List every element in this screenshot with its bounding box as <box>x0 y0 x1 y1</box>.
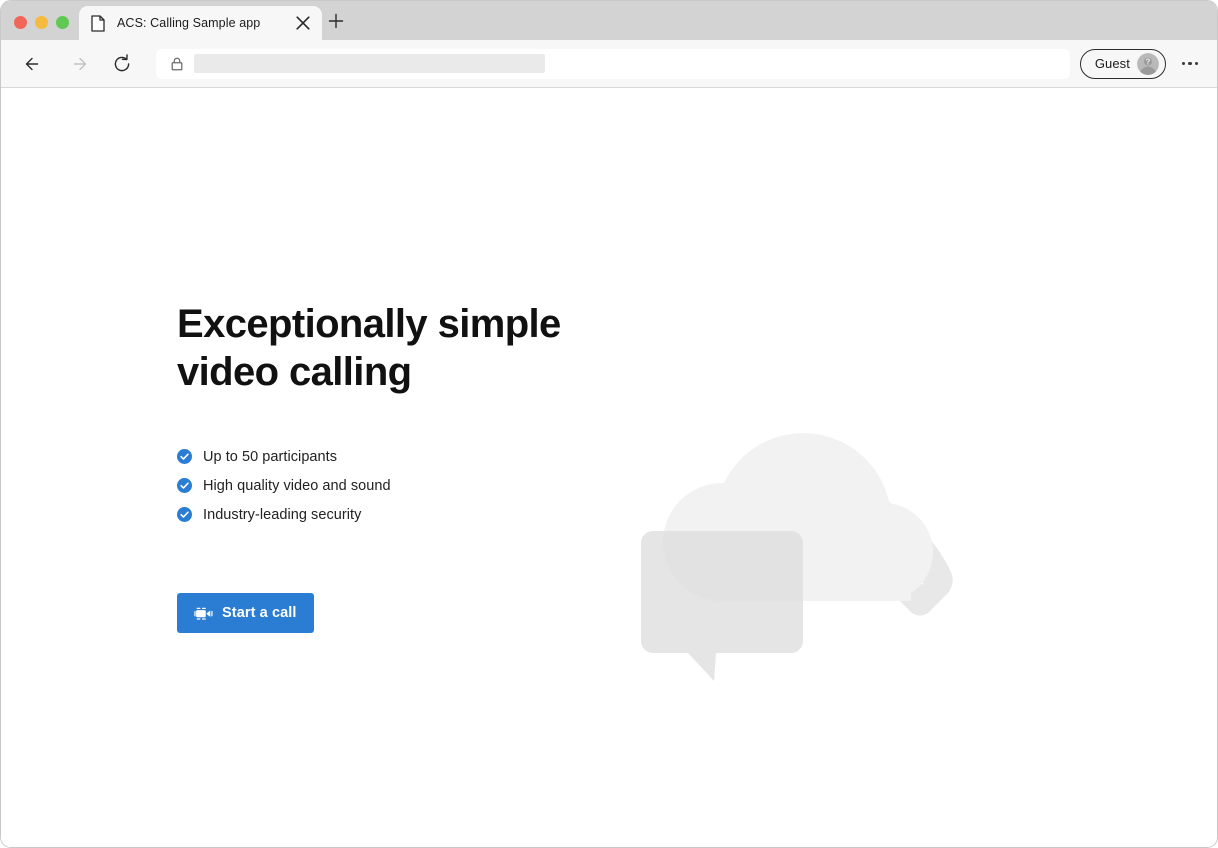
dot <box>1182 61 1186 66</box>
reload-icon <box>114 53 130 71</box>
lock-icon <box>164 51 190 77</box>
cloud-phone-chat-illustration <box>611 388 1071 688</box>
feature-label: Industry-leading security <box>203 506 362 523</box>
page-icon <box>91 14 105 32</box>
page-title: Exceptionally simple video calling <box>177 302 561 394</box>
browser-tab-active[interactable]: ACS: Calling Sample app <box>79 6 322 40</box>
video-camera-icon <box>194 604 213 623</box>
arrow-left-icon <box>25 57 39 70</box>
reload-button[interactable] <box>105 47 139 81</box>
window-close-button[interactable] <box>14 16 27 29</box>
check-circle-icon <box>177 449 192 464</box>
unknown-person-icon: ? <box>1137 52 1159 75</box>
list-item: Up to 50 participants <box>177 442 597 471</box>
browser-menu-button[interactable] <box>1175 49 1205 79</box>
start-call-button[interactable]: Start a call <box>177 593 314 633</box>
browser-window: ACS: Calling Sample app Guest ? Exceptio… <box>0 0 1218 848</box>
plus-icon <box>328 13 344 29</box>
profile-button[interactable]: Guest ? <box>1079 48 1166 79</box>
svg-text:?: ? <box>1146 57 1151 66</box>
arrow-right-icon <box>73 57 87 70</box>
feature-label: High quality video and sound <box>203 477 391 494</box>
list-item: High quality video and sound <box>177 471 597 500</box>
forward-button[interactable] <box>61 47 95 81</box>
page-content: Exceptionally simple video calling Up to… <box>1 88 1217 847</box>
hero-section: Exceptionally simple video calling Up to… <box>177 300 597 633</box>
tab-title: ACS: Calling Sample app <box>117 16 261 30</box>
dot <box>1194 61 1198 66</box>
list-item: Industry-leading security <box>177 500 597 529</box>
dot <box>1188 61 1192 66</box>
feature-label: Up to 50 participants <box>203 448 338 465</box>
profile-label: Guest <box>1094 56 1130 71</box>
feature-list: Up to 50 participants High quality video… <box>177 442 597 529</box>
chat-bubble-shape <box>641 531 803 681</box>
new-tab-button[interactable] <box>323 8 349 34</box>
start-call-label: Start a call <box>222 605 297 621</box>
address-bar[interactable] <box>156 48 1070 79</box>
back-button[interactable] <box>17 47 51 81</box>
check-circle-icon <box>177 507 192 522</box>
tab-strip: ACS: Calling Sample app <box>1 1 1217 40</box>
window-controls <box>14 16 69 29</box>
close-icon[interactable] <box>294 14 312 32</box>
window-minimize-button[interactable] <box>35 16 48 29</box>
browser-toolbar: Guest ? <box>1 40 1217 88</box>
url-text[interactable] <box>194 54 545 73</box>
check-circle-icon <box>177 478 192 493</box>
window-zoom-button[interactable] <box>56 16 69 29</box>
